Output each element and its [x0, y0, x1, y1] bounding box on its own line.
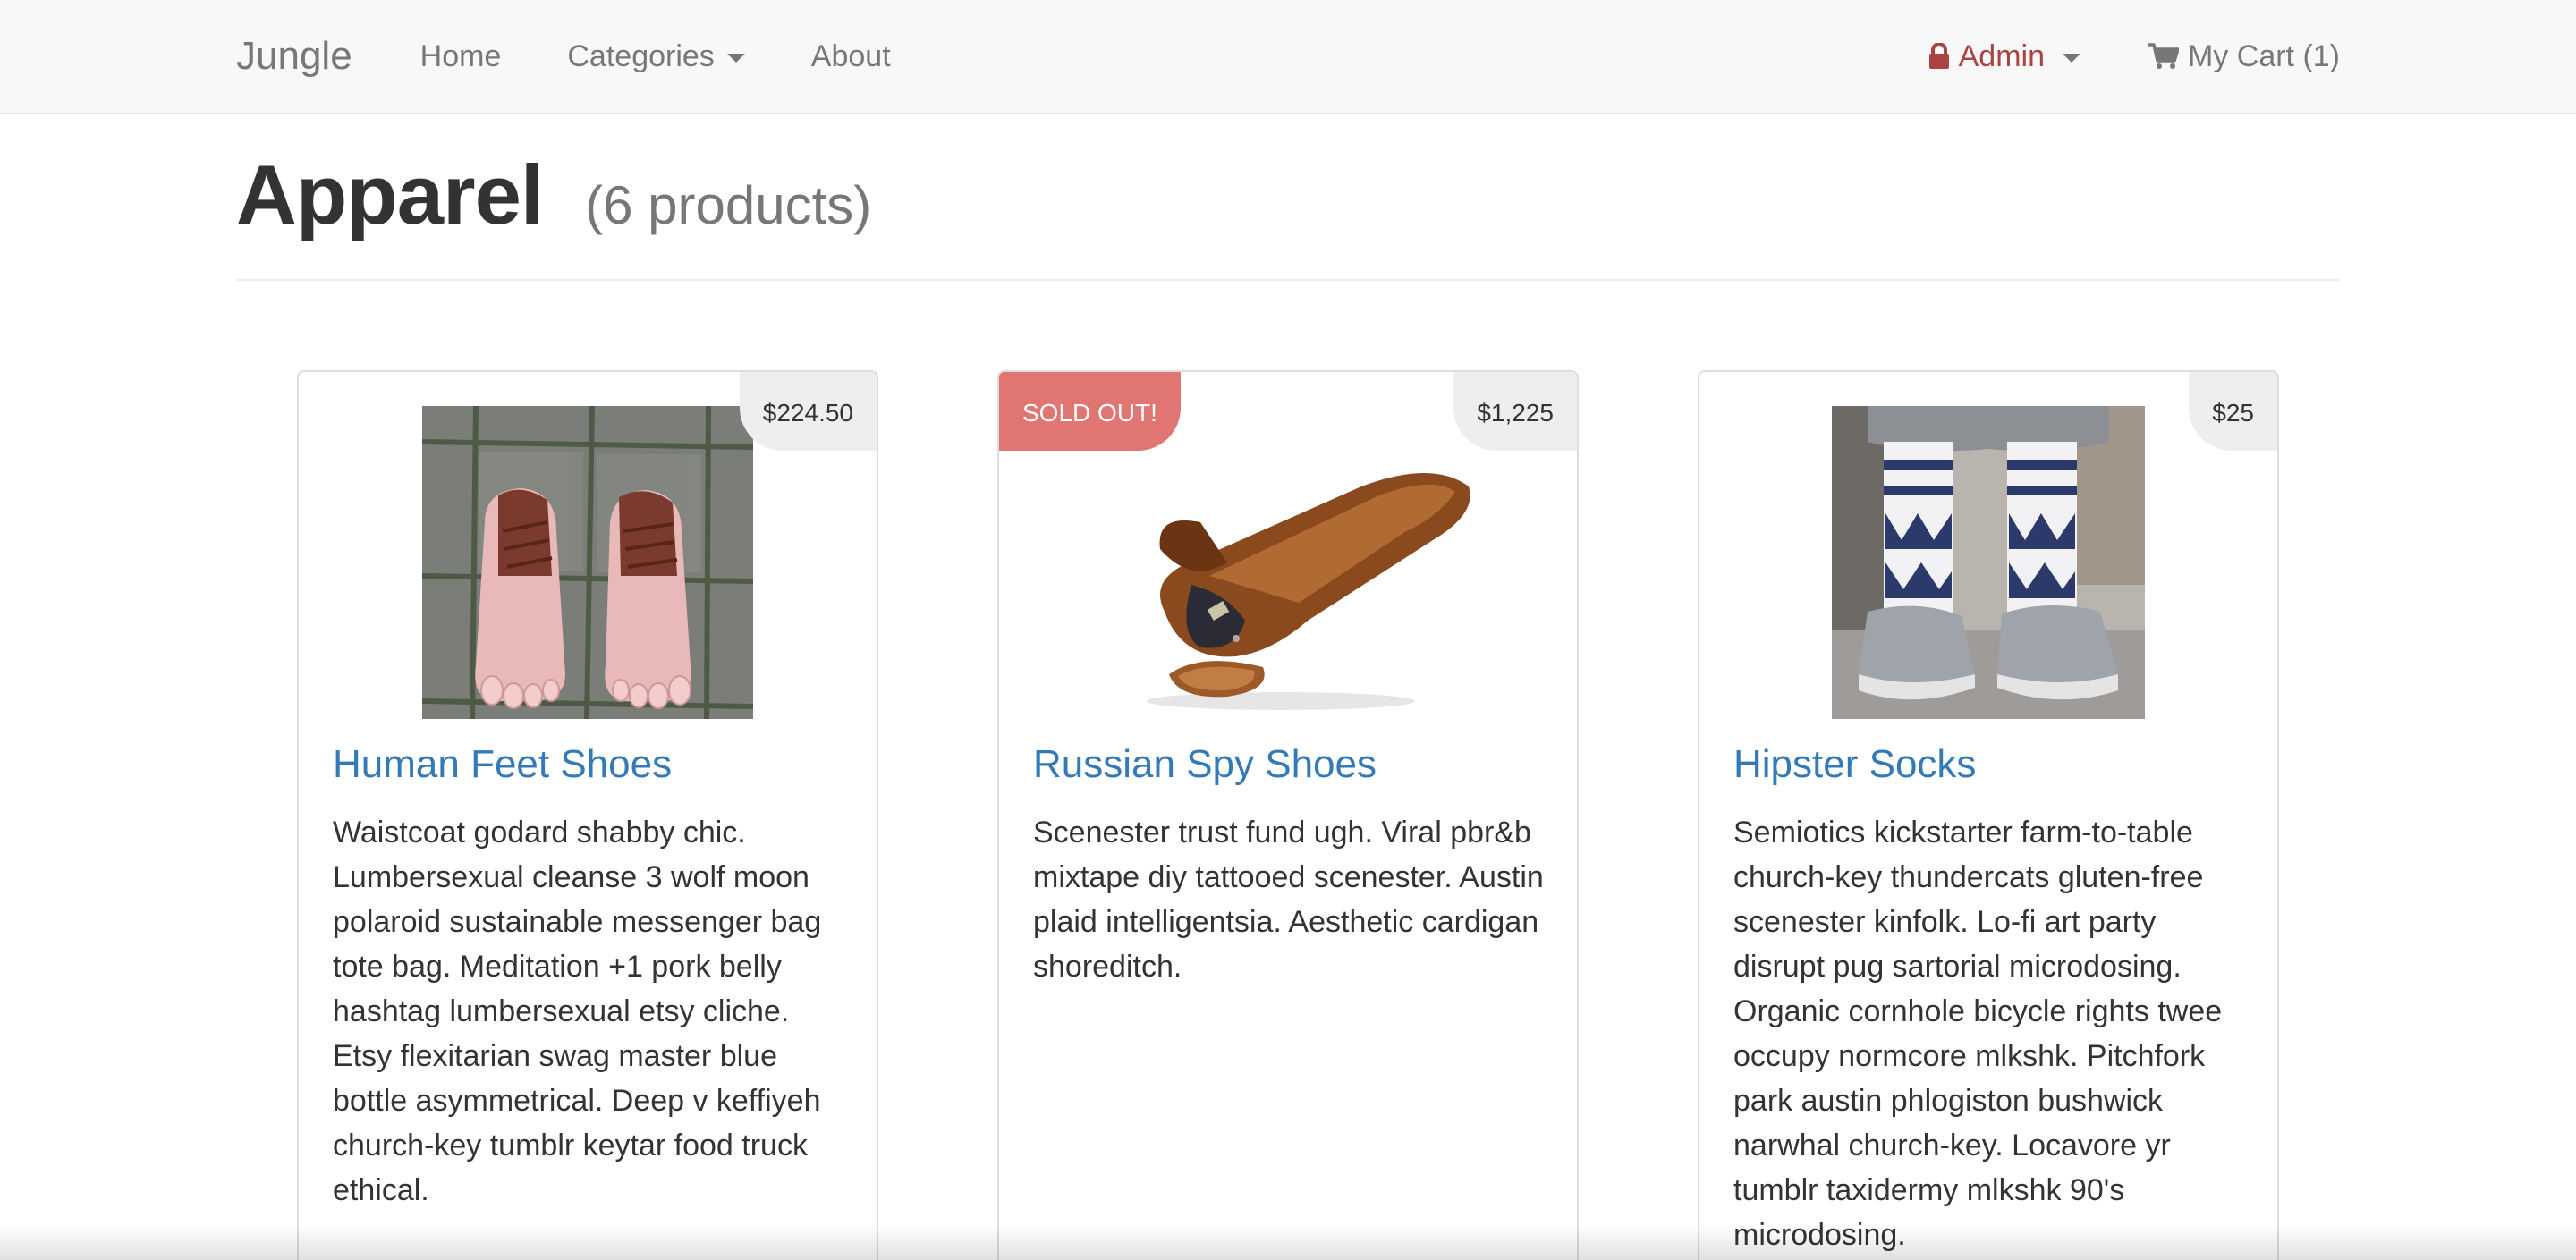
- navbar-inner: Jungle Home Categories About Admin My Ca…: [236, 0, 2340, 113]
- lock-icon: [1928, 43, 1950, 70]
- product-count: (6 products): [585, 175, 872, 235]
- product-name-link[interactable]: Human Feet Shoes: [333, 742, 672, 787]
- navbar-right: Admin My Cart (1): [1928, 39, 2340, 74]
- page-header: Apparel (6 products): [236, 147, 2340, 281]
- page-title: Apparel (6 products): [236, 147, 2340, 243]
- nav-categories-label: Categories: [567, 38, 715, 73]
- cart-label: My Cart (1): [2188, 38, 2340, 73]
- category-title: Apparel: [236, 148, 544, 241]
- brand-link[interactable]: Jungle: [236, 34, 352, 79]
- shopping-cart-icon: [2148, 43, 2179, 70]
- product-name-link[interactable]: Hipster Socks: [1733, 742, 1976, 787]
- product-description: Waistcoat godard shabby chic. Lumbersexu…: [333, 816, 822, 1207]
- nav-categories-dropdown[interactable]: Categories: [567, 38, 745, 74]
- admin-label: Admin: [1958, 38, 2045, 73]
- nav-about-link[interactable]: About: [811, 39, 891, 74]
- price-badge: $1,225: [1453, 372, 1577, 451]
- product-name-link[interactable]: Russian Spy Shoes: [1033, 742, 1377, 787]
- product-image[interactable]: [1832, 406, 2145, 719]
- nav-home-link[interactable]: Home: [420, 39, 502, 74]
- cart-link[interactable]: My Cart (1): [2148, 39, 2340, 74]
- product-description: Semiotics kickstarter farm-to-table chur…: [1733, 816, 2223, 1252]
- product-image[interactable]: [1093, 406, 1483, 719]
- product-card: $224.50 Human Feet Shoes Waistcoat godar…: [297, 370, 878, 1260]
- window-bottom-shadow: [0, 1224, 2576, 1260]
- navbar: Jungle Home Categories About Admin My Ca…: [0, 0, 2576, 114]
- price-badge: $25: [2189, 372, 2277, 451]
- product-card: $25 Hipster Socks Semiotics kickstarter …: [1698, 370, 2279, 1260]
- sold-out-badge: SOLD OUT!: [999, 372, 1181, 451]
- price-badge: $224.50: [739, 372, 877, 451]
- caret-down-icon: [726, 54, 745, 63]
- product-card: SOLD OUT! $1,225 Russian Spy Shoes Scene…: [997, 370, 1579, 1260]
- product-image[interactable]: [422, 406, 753, 719]
- admin-dropdown[interactable]: Admin: [1928, 39, 2080, 74]
- caret-down-icon: [2063, 54, 2080, 63]
- product-description: Scenester trust fund ugh. Viral pbr&b mi…: [1033, 816, 1544, 984]
